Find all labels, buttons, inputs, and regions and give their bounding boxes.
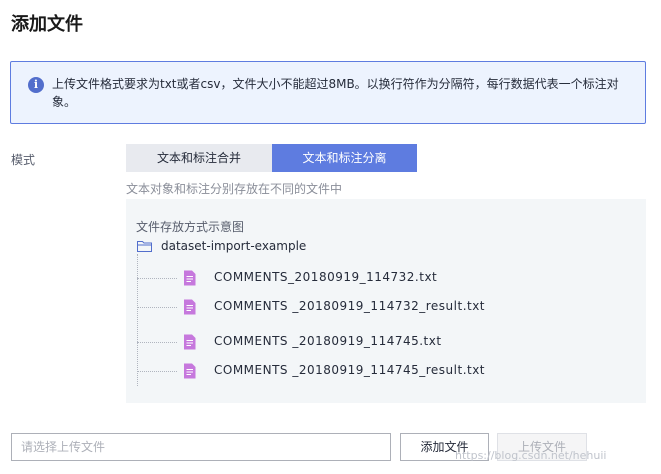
mode-label: 模式: [11, 153, 36, 167]
mode-toggle-group: 文本和标注合并 文本和标注分离: [126, 144, 417, 172]
file-name: COMMENTS _20180919_114732_result.txt: [214, 299, 486, 313]
tree-connector: [137, 371, 177, 372]
example-box: 文件存放方式示意图 dataset-import-example COMMENT…: [126, 199, 646, 403]
info-banner: i 上传文件格式要求为txt或者csv，文件大小不能超过8MB。以换行符作为分隔…: [10, 61, 646, 124]
info-icon: i: [28, 77, 44, 93]
folder-name: dataset-import-example: [161, 239, 307, 253]
file-icon: [184, 334, 196, 350]
info-text: 上传文件格式要求为txt或者csv，文件大小不能超过8MB。以换行符作为分隔符，…: [52, 77, 619, 109]
file-name: COMMENTS _20180919_114745.txt: [214, 334, 442, 348]
upload-file-input[interactable]: [11, 433, 391, 461]
mode-option-merged[interactable]: 文本和标注合并: [126, 144, 272, 172]
file-icon: [184, 270, 196, 286]
tree-line-vertical: [137, 254, 138, 386]
file-name: COMMENTS _20180919_114745_result.txt: [214, 363, 486, 377]
folder-icon: [137, 241, 152, 252]
watermark: https://blog.csdn.net/hehuii: [455, 449, 607, 462]
mode-description: 文本对象和标注分别存放在不同的文件中: [126, 182, 343, 196]
tree-connector: [137, 342, 177, 343]
dialog-title: 添加文件: [11, 14, 83, 35]
file-icon: [184, 299, 196, 315]
close-icon[interactable]: ︶: [614, 0, 634, 7]
tree-connector: [137, 278, 177, 279]
mode-option-separated[interactable]: 文本和标注分离: [272, 144, 417, 172]
example-title: 文件存放方式示意图: [136, 220, 245, 234]
file-name: COMMENTS_20180919_114732.txt: [214, 270, 438, 284]
tree-connector: [137, 307, 177, 308]
file-icon: [184, 363, 196, 379]
